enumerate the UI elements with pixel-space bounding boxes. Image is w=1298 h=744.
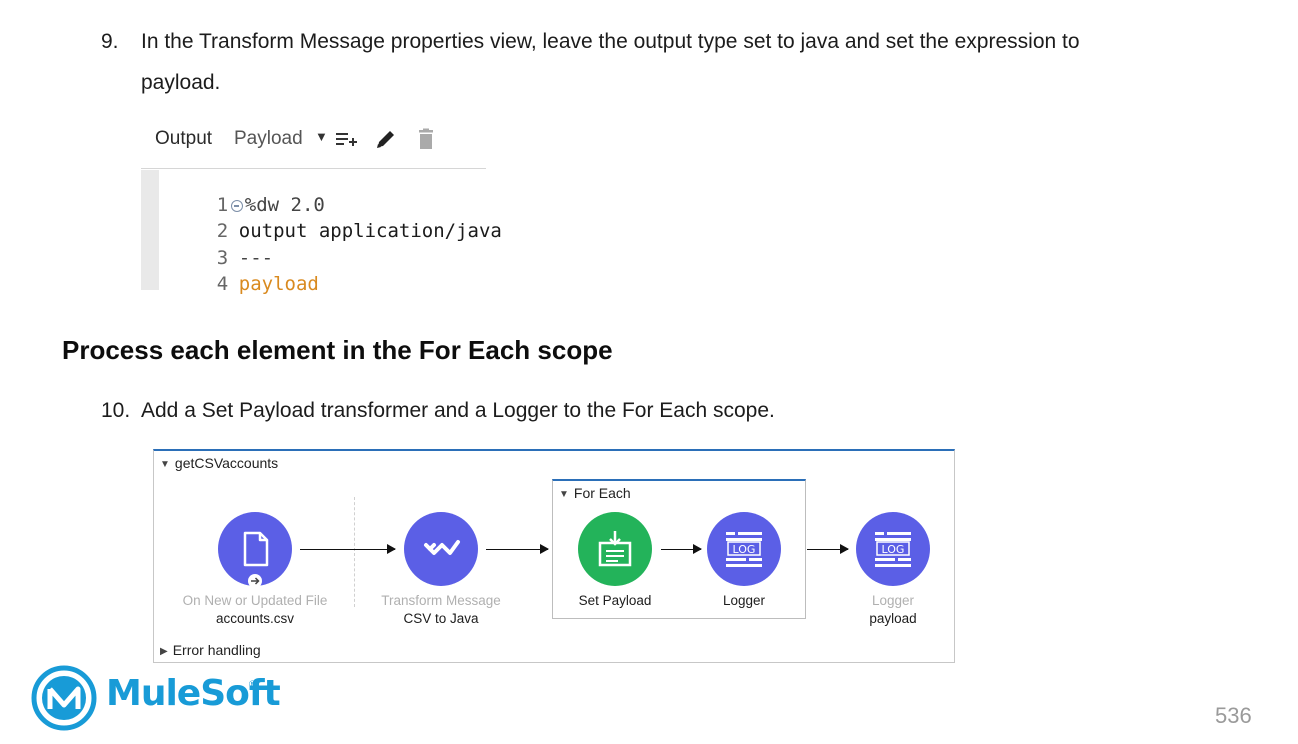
log-icon: LOG — [875, 532, 911, 567]
step-text: Add a Set Payload transformer and a Logg… — [141, 399, 775, 422]
add-list-icon[interactable] — [334, 127, 358, 151]
pencil-icon[interactable] — [374, 127, 398, 151]
log-icon: LOG — [726, 532, 762, 567]
mulesoft-logo: MuleSoft ® — [30, 665, 281, 731]
trash-icon[interactable] — [414, 127, 438, 151]
mulesoft-logo-icon — [31, 665, 97, 731]
editor-gutter — [141, 170, 159, 290]
expand-triangle-icon[interactable]: ▶ — [160, 646, 168, 657]
step-text-line-1: In the Transform Message properties view… — [141, 30, 1080, 53]
dataweave-icon — [424, 540, 460, 555]
node-name: CSV to Java — [403, 611, 479, 626]
logger-payload-label: Logger payload — [803, 592, 983, 628]
logger-node[interactable]: LOG — [707, 512, 781, 586]
step-number: 10. — [101, 399, 131, 422]
trademark-symbol: ® — [249, 679, 256, 689]
logger-payload-node[interactable]: LOG — [856, 512, 930, 586]
flow-arrow — [486, 544, 549, 554]
node-type: On New or Updated File — [182, 593, 328, 608]
step-number: 9. — [101, 30, 119, 53]
set-payload-icon — [598, 531, 632, 567]
for-each-title[interactable]: ▼ For Each — [559, 485, 631, 501]
code-line-4[interactable]: 4 payload — [171, 251, 319, 317]
node-type: Transform Message — [381, 593, 501, 608]
error-handling-section[interactable]: ▶ Error handling — [160, 642, 261, 658]
section-heading: Process each element in the For Each sco… — [62, 335, 613, 365]
file-listener-node[interactable] — [218, 512, 292, 586]
code-text: output application/java — [238, 220, 502, 242]
set-payload-node[interactable] — [578, 512, 652, 586]
step-text-line-2: payload. — [141, 71, 221, 94]
dropdown-caret-icon[interactable]: ▼ — [315, 129, 328, 144]
output-label: Output — [155, 128, 213, 149]
page-number: 536 — [1215, 703, 1252, 728]
flow-arrow — [300, 544, 396, 554]
collapse-triangle-icon[interactable]: ▼ — [559, 489, 569, 500]
editor-toolbar: Output Payload ▼ — [141, 118, 486, 169]
svg-text:LOG: LOG — [733, 543, 756, 556]
node-name: payload — [869, 611, 917, 626]
flow-name: getCSVaccounts — [174, 455, 279, 471]
file-listener-label: On New or Updated File accounts.csv — [165, 592, 345, 628]
flow-arrow — [807, 544, 849, 554]
svg-text:LOG: LOG — [882, 543, 905, 556]
transform-message-label: Transform Message CSV to Java — [351, 592, 531, 628]
source-divider — [354, 497, 355, 607]
flow-arrow — [661, 544, 702, 554]
step-text: In the Transform Message properties view… — [141, 21, 1251, 103]
collapse-triangle-icon[interactable]: ▼ — [160, 459, 170, 470]
node-name: accounts.csv — [215, 611, 295, 626]
node-type: Logger — [871, 593, 915, 608]
scope-name: For Each — [573, 485, 631, 501]
payload-select[interactable]: Payload — [234, 128, 303, 150]
flow-canvas: ▼ getCSVaccounts On New or Updated File a… — [153, 449, 955, 663]
error-handling-label: Error handling — [172, 642, 261, 658]
code-text: payload — [238, 273, 319, 295]
flow-title[interactable]: ▼ getCSVaccounts — [160, 455, 278, 471]
file-icon — [243, 531, 269, 586]
dataweave-editor: Output Payload ▼ 1 %dw 2.0 2 output appl… — [141, 118, 502, 295]
line-number: 4 — [216, 273, 229, 295]
transform-message-node[interactable] — [404, 512, 478, 586]
